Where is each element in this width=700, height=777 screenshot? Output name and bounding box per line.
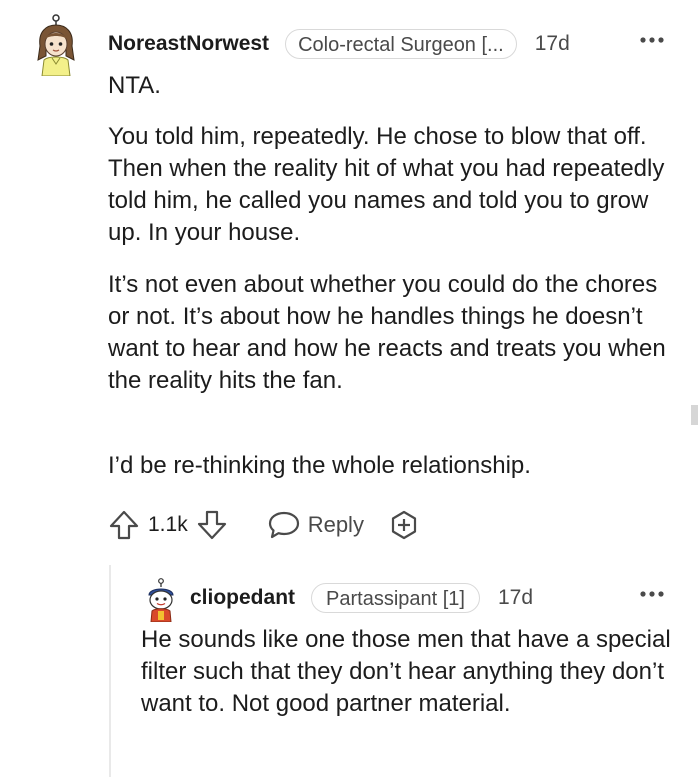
downvote-arrow-icon bbox=[197, 510, 226, 540]
timestamp[interactable]: 17d bbox=[498, 586, 533, 610]
username[interactable]: NoreastNorwest bbox=[108, 32, 269, 56]
reply-text: He sounds like one those men that have a… bbox=[141, 626, 671, 717]
more-options-button[interactable] bbox=[636, 580, 668, 608]
more-options-button[interactable] bbox=[636, 26, 668, 54]
upvote-button[interactable] bbox=[108, 509, 140, 541]
downvote-button[interactable] bbox=[196, 509, 228, 541]
comment-paragraph: It’s not even about whether you could do… bbox=[108, 271, 666, 394]
timestamp[interactable]: 17d bbox=[535, 32, 570, 56]
reply-label: Reply bbox=[307, 512, 364, 537]
user-flair: Partassipant [1] bbox=[311, 583, 480, 613]
username[interactable]: cliopedant bbox=[190, 586, 295, 610]
comment-header: NoreastNorwest Colo-rectal Surgeon [... … bbox=[108, 28, 570, 60]
vote-count: 1.1k bbox=[148, 513, 188, 536]
comment-thread: NoreastNorwest Colo-rectal Surgeon [... … bbox=[0, 0, 700, 777]
award-button[interactable] bbox=[388, 509, 420, 541]
reply-button[interactable]: Reply bbox=[268, 510, 364, 540]
comment-paragraph: You told him, repeatedly. He chose to bl… bbox=[108, 123, 665, 246]
reply-header: cliopedant Partassipant [1] 17d bbox=[190, 582, 533, 614]
avatar[interactable] bbox=[34, 14, 78, 76]
ellipsis-icon bbox=[640, 591, 664, 597]
upvote-arrow-icon bbox=[109, 510, 139, 540]
speech-bubble-icon bbox=[268, 511, 299, 539]
comment-paragraph: I’d be re-thinking the whole relationshi… bbox=[108, 452, 531, 479]
thread-line[interactable] bbox=[109, 565, 111, 777]
award-plus-icon bbox=[391, 510, 417, 540]
user-flair: Colo-rectal Surgeon [... bbox=[285, 29, 517, 59]
scrollbar-thumb[interactable] bbox=[691, 405, 698, 425]
comment-action-bar: 1.1k Reply bbox=[108, 505, 420, 545]
avatar[interactable] bbox=[144, 578, 178, 622]
comment-paragraph: NTA. bbox=[108, 72, 161, 99]
ellipsis-icon bbox=[640, 37, 664, 43]
